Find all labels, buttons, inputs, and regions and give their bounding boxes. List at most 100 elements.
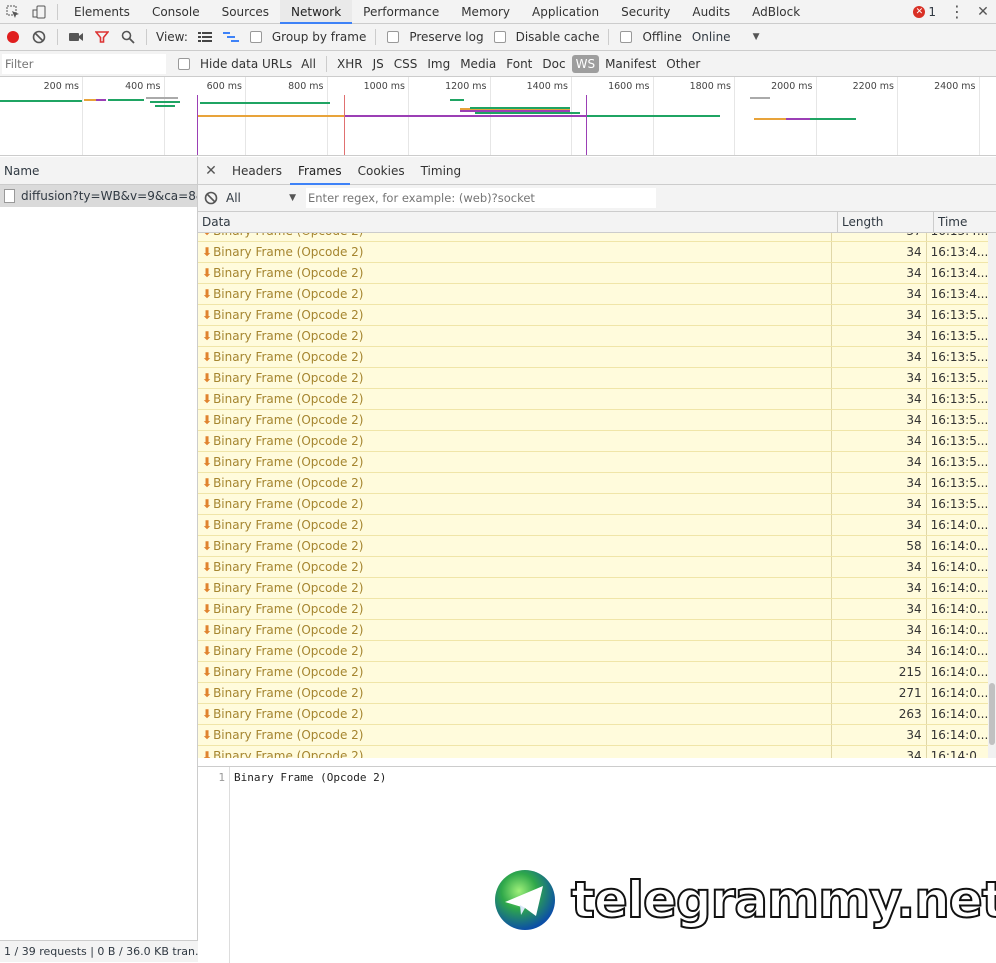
tab-elements[interactable]: Elements bbox=[63, 0, 141, 24]
error-counter[interactable]: ✕ 1 bbox=[913, 5, 936, 19]
table-row[interactable]: ⬇Binary Frame (Opcode 2) 215 16:14:0... bbox=[198, 662, 988, 683]
frame-data-cell: ⬇Binary Frame (Opcode 2) bbox=[198, 515, 832, 535]
timeline-bar bbox=[754, 118, 786, 120]
time-column-header[interactable]: Time bbox=[934, 212, 996, 232]
waterfall-overview-icon[interactable] bbox=[218, 25, 244, 49]
preserve-log-checkbox[interactable] bbox=[387, 31, 400, 43]
tab-timing[interactable]: Timing bbox=[413, 157, 470, 185]
table-row[interactable]: ⬇Binary Frame (Opcode 2) 263 16:14:0... bbox=[198, 704, 988, 725]
hide-data-urls-checkbox[interactable] bbox=[178, 57, 190, 70]
frame-length: 34 bbox=[832, 620, 927, 640]
scrollbar-thumb[interactable] bbox=[989, 683, 995, 745]
type-filter-ws[interactable]: WS bbox=[571, 54, 600, 73]
type-filter-manifest[interactable]: Manifest bbox=[601, 55, 660, 73]
table-row[interactable]: ⬇Binary Frame (Opcode 2) 34 16:14:0... bbox=[198, 620, 988, 641]
tab-network[interactable]: Network bbox=[280, 0, 353, 24]
table-row[interactable]: ⬇Binary Frame (Opcode 2) 34 16:13:5... bbox=[198, 368, 988, 389]
table-row[interactable]: ⬇Binary Frame (Opcode 2) 34 16:13:5... bbox=[198, 452, 988, 473]
table-row[interactable]: ⬇Binary Frame (Opcode 2) 34 16:13:5... bbox=[198, 431, 988, 452]
table-row[interactable]: ⬇Binary Frame (Opcode 2) 34 16:13:5... bbox=[198, 494, 988, 515]
table-row[interactable]: ⬇Binary Frame (Opcode 2) 34 16:13:5... bbox=[198, 473, 988, 494]
type-filter-css[interactable]: CSS bbox=[390, 55, 422, 73]
type-filter-xhr[interactable]: XHR bbox=[333, 55, 367, 73]
disable-cache-checkbox[interactable] bbox=[493, 31, 506, 43]
clear-icon[interactable] bbox=[26, 25, 52, 49]
frame-length: 34 bbox=[832, 368, 927, 388]
tab-security[interactable]: Security bbox=[610, 0, 681, 24]
frame-direction-icon: ⬇ bbox=[202, 392, 213, 406]
tab-adblock[interactable]: AdBlock bbox=[741, 0, 811, 24]
tab-cookies[interactable]: Cookies bbox=[350, 157, 413, 185]
type-filter-media[interactable]: Media bbox=[456, 55, 500, 73]
record-icon[interactable] bbox=[0, 25, 26, 49]
close-devtools-icon[interactable]: ✕ bbox=[970, 0, 996, 24]
table-row[interactable]: ⬇Binary Frame (Opcode 2) 34 16:13:5... bbox=[198, 347, 988, 368]
table-row[interactable]: ⬇Binary Frame (Opcode 2) 58 16:14:0... bbox=[198, 536, 988, 557]
frame-data-cell: ⬇Binary Frame (Opcode 2) bbox=[198, 233, 832, 241]
type-filter-img[interactable]: Img bbox=[423, 55, 454, 73]
table-row[interactable]: ⬇Binary Frame (Opcode 2) 34 16:14:0... bbox=[198, 578, 988, 599]
type-filter-js[interactable]: JS bbox=[369, 55, 388, 73]
length-column-header[interactable]: Length bbox=[838, 212, 934, 232]
name-column-header[interactable]: Name bbox=[0, 157, 197, 185]
filter-input[interactable] bbox=[2, 53, 166, 74]
preserve-log-label: Preserve log bbox=[409, 30, 484, 44]
search-icon[interactable] bbox=[115, 25, 141, 49]
table-row[interactable]: ⬇Binary Frame (Opcode 2) 37 16:13:4... bbox=[198, 233, 988, 242]
tab-performance[interactable]: Performance bbox=[352, 0, 450, 24]
clear-frames-icon[interactable] bbox=[198, 186, 224, 210]
table-row[interactable]: ⬇Binary Frame (Opcode 2) 34 16:13:5... bbox=[198, 410, 988, 431]
frame-length: 34 bbox=[832, 326, 927, 346]
table-row[interactable]: ⬇Binary Frame (Opcode 2) 34 16:13:5... bbox=[198, 305, 988, 326]
tab-application[interactable]: Application bbox=[521, 0, 610, 24]
network-overview-timeline[interactable]: 200 ms 400 ms 600 ms 800 ms 1000 ms 1200 ms 14… bbox=[0, 77, 996, 156]
regex-filter-input[interactable] bbox=[306, 188, 656, 208]
tab-console[interactable]: Console bbox=[141, 0, 211, 24]
scrollbar[interactable] bbox=[988, 233, 996, 758]
table-row[interactable]: ⬇Binary Frame (Opcode 2) 34 16:13:4... bbox=[198, 242, 988, 263]
filter-icon[interactable] bbox=[89, 25, 115, 49]
capture-screenshots-icon[interactable] bbox=[63, 25, 89, 49]
timeline-bar bbox=[786, 118, 810, 120]
close-detail-icon[interactable]: ✕ bbox=[198, 163, 224, 179]
tab-frames[interactable]: Frames bbox=[289, 157, 350, 185]
table-row[interactable]: ⬇Binary Frame (Opcode 2) 34 16:14:0... bbox=[198, 725, 988, 746]
more-menu-icon[interactable]: ⋮ bbox=[944, 0, 970, 24]
tab-headers[interactable]: Headers bbox=[224, 157, 290, 185]
frame-length: 271 bbox=[832, 683, 927, 703]
type-filter-other[interactable]: Other bbox=[662, 55, 704, 73]
frame-data: Binary Frame (Opcode 2) bbox=[213, 497, 364, 511]
table-row[interactable]: ⬇Binary Frame (Opcode 2) 34 16:13:4... bbox=[198, 284, 988, 305]
large-rows-icon[interactable] bbox=[192, 25, 218, 49]
table-row[interactable]: ⬇Binary Frame (Opcode 2) 271 16:14:0... bbox=[198, 683, 988, 704]
separator bbox=[57, 3, 58, 20]
type-filter-all[interactable]: All bbox=[297, 55, 320, 73]
table-row[interactable]: ⬇Binary Frame (Opcode 2) 34 16:14:0... bbox=[198, 641, 988, 662]
inspect-element-icon[interactable] bbox=[0, 0, 26, 24]
timeline-tick-label: 2400 ms bbox=[934, 81, 976, 92]
frame-time: 16:14:0... bbox=[930, 560, 988, 574]
frame-data: Binary Frame (Opcode 2) bbox=[213, 413, 364, 427]
table-row[interactable]: ⬇Binary Frame (Opcode 2) 34 16:14:0... bbox=[198, 515, 988, 536]
device-toolbar-icon[interactable] bbox=[26, 0, 52, 24]
throttle-select[interactable]: Online ▼ bbox=[692, 30, 760, 44]
table-row[interactable]: ⬇Binary Frame (Opcode 2) 34 16:14:0... bbox=[198, 746, 988, 758]
type-filter-doc[interactable]: Doc bbox=[538, 55, 569, 73]
frame-length: 34 bbox=[832, 410, 927, 430]
table-row[interactable]: ⬇Binary Frame (Opcode 2) 34 16:14:0... bbox=[198, 557, 988, 578]
offline-checkbox[interactable] bbox=[620, 31, 633, 43]
group-by-frame-checkbox[interactable] bbox=[249, 31, 262, 43]
timeline-tick-label: 1000 ms bbox=[363, 81, 405, 92]
table-row[interactable]: ⬇Binary Frame (Opcode 2) 34 16:13:5... bbox=[198, 389, 988, 410]
type-filter-font[interactable]: Font bbox=[502, 55, 536, 73]
table-row[interactable]: ⬇Binary Frame (Opcode 2) 34 16:13:4... bbox=[198, 263, 988, 284]
data-column-header[interactable]: Data bbox=[198, 212, 838, 232]
tab-sources[interactable]: Sources bbox=[211, 0, 280, 24]
table-row[interactable]: ⬇Binary Frame (Opcode 2) 34 16:14:0... bbox=[198, 599, 988, 620]
tab-audits[interactable]: Audits bbox=[681, 0, 741, 24]
tab-memory[interactable]: Memory bbox=[450, 0, 521, 24]
frame-type-value: All bbox=[226, 191, 241, 205]
table-row[interactable]: ⬇Binary Frame (Opcode 2) 34 16:13:5... bbox=[198, 326, 988, 347]
request-row[interactable]: diffusion?ty=WB&v=9&ca=8&... bbox=[0, 185, 197, 207]
frame-type-select[interactable]: All ▼ bbox=[226, 191, 296, 205]
